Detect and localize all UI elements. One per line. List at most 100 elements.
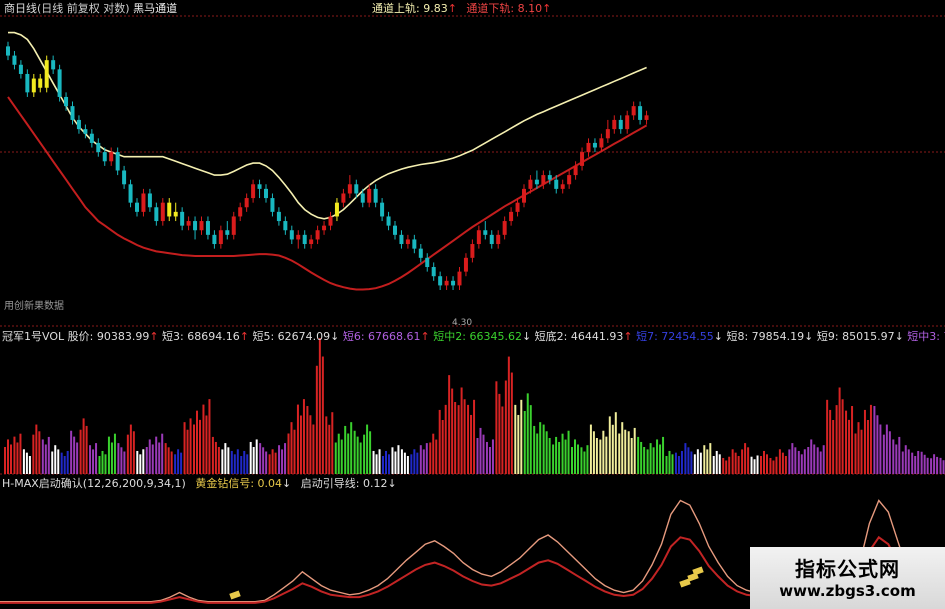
volume-bar — [54, 445, 57, 474]
volume-bar — [287, 433, 290, 474]
golden-diamond-signal — [692, 566, 704, 576]
volume-bar — [627, 431, 630, 474]
candle-body — [322, 225, 327, 231]
candle-body — [270, 198, 275, 212]
lower-band-label: 通道下轨: 8.10 — [466, 2, 543, 15]
volume-bar — [76, 442, 79, 474]
volume-bar — [32, 434, 35, 474]
volume-bar — [441, 420, 444, 474]
volume-bar — [895, 444, 898, 474]
volume-bar — [211, 436, 214, 474]
volume-bar — [202, 404, 205, 474]
volume-bar — [794, 447, 797, 474]
candle-body — [109, 152, 114, 162]
volume-bar — [85, 425, 88, 474]
candle-body — [89, 133, 94, 143]
volume-bar — [533, 425, 536, 474]
volume-bar — [561, 433, 564, 474]
volume-bar — [372, 450, 375, 474]
volume-bar — [558, 441, 561, 474]
volume-bar — [397, 445, 400, 474]
candle-body — [586, 142, 591, 153]
vol-d3: 短3: 68694.16 — [162, 330, 240, 343]
candle-body — [541, 175, 546, 185]
volume-bar — [406, 456, 409, 474]
volume-bar — [331, 412, 334, 474]
volume-bar — [356, 436, 359, 474]
vol-zh2: 短中2: 66345.62 — [433, 330, 522, 343]
volume-bar — [914, 456, 917, 474]
candle-body — [51, 60, 56, 70]
volume-bar — [876, 415, 879, 474]
price-panel[interactable] — [6, 31, 649, 291]
volume-bar — [382, 456, 384, 474]
volume-bar — [637, 436, 640, 474]
volume-bar — [139, 454, 142, 474]
volume-bar — [196, 410, 198, 474]
volume-bar — [595, 438, 598, 474]
volume-bar — [750, 456, 753, 474]
candle-body — [612, 119, 617, 130]
volume-bar — [504, 380, 507, 474]
candle-body — [199, 221, 204, 231]
volume-bar — [369, 431, 372, 474]
candle-body — [225, 230, 230, 235]
volume-bar — [391, 447, 394, 474]
volume-bar — [101, 450, 104, 474]
volume-bar — [936, 456, 939, 474]
volume-panel[interactable] — [4, 338, 945, 474]
volume-bar — [66, 450, 69, 474]
volume-bar — [92, 449, 95, 474]
vol-d7: 短7: 72454.55 — [636, 330, 714, 343]
candle-body — [412, 239, 417, 249]
candle-body — [167, 202, 172, 217]
volume-bar — [851, 406, 854, 474]
candle-body — [502, 221, 507, 235]
candle-body — [496, 234, 501, 245]
volume-bar — [832, 420, 835, 474]
volume-bar — [73, 436, 76, 474]
candle-body — [186, 221, 191, 226]
volume-bar — [608, 416, 611, 474]
candle-body — [618, 119, 623, 130]
lower-band-line — [7, 96, 648, 291]
volume-bar — [230, 450, 233, 474]
volume-bar — [57, 449, 60, 474]
volume-bar — [737, 456, 740, 474]
volume-bar — [388, 454, 390, 474]
volume-bar — [233, 454, 236, 474]
volume-bar — [904, 445, 907, 474]
volume-bar — [529, 405, 532, 474]
volume-bar — [718, 454, 721, 474]
volume-bar — [476, 438, 479, 474]
candle-body — [489, 234, 494, 245]
volume-bar — [624, 429, 627, 474]
volume-bar — [460, 387, 463, 474]
watermark-title: 指标公式网 — [795, 557, 900, 581]
candle-body — [296, 234, 301, 240]
volume-bar — [205, 415, 208, 474]
volume-bar — [278, 445, 281, 474]
volume-bar — [189, 418, 192, 474]
volume-bar — [444, 404, 447, 474]
volume-bar — [142, 449, 145, 474]
volume-bar — [659, 444, 662, 474]
volume-bar — [731, 449, 734, 474]
volume-bar — [98, 456, 101, 474]
candle-body — [347, 184, 352, 194]
candle-body — [315, 230, 320, 240]
volume-bar — [164, 443, 167, 474]
volume-bar — [775, 456, 778, 474]
volume-bar — [760, 456, 762, 474]
volume-bar — [571, 447, 573, 474]
volume-bar — [668, 450, 671, 474]
volume-bar — [592, 431, 595, 474]
volume-bar — [199, 419, 201, 474]
volume-bar — [129, 424, 132, 474]
volume-bar — [136, 450, 139, 474]
volume-bar — [517, 414, 520, 474]
volume-bar — [70, 430, 73, 474]
candle-body — [509, 211, 514, 222]
volume-bar — [803, 449, 806, 474]
volume-bar — [284, 443, 287, 474]
